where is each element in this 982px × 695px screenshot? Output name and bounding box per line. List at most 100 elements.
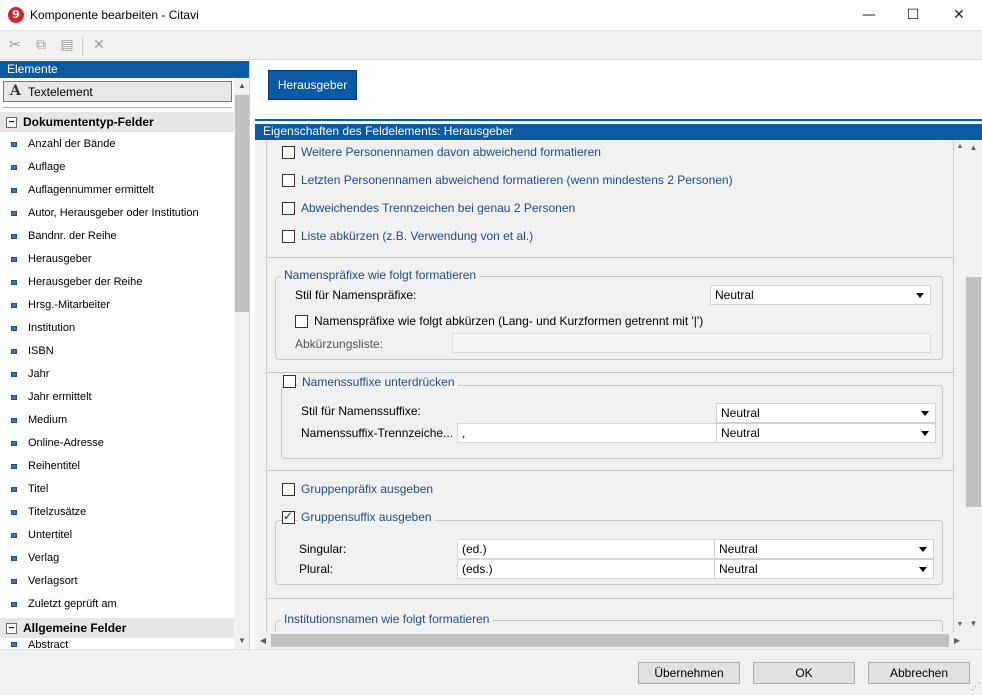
field-item[interactable]: Hrsg.-Mitarbeiter <box>0 294 234 317</box>
field-item[interactable]: Institution <box>0 317 234 340</box>
maximize-button[interactable]: ☐ <box>890 0 936 31</box>
cut-icon[interactable]: ✂ <box>4 35 26 57</box>
field-item[interactable]: Bandnr. der Reihe <box>0 225 234 248</box>
suffix-suppress-checkbox[interactable] <box>283 375 296 388</box>
field-item[interactable]: Titelzusätze <box>0 501 234 524</box>
field-item[interactable]: Zuletzt geprüft am <box>0 593 234 616</box>
abweichendes-trennzeichen-label[interactable]: Abweichendes Trennzeichen bei genau 2 Pe… <box>301 201 575 215</box>
field-item[interactable]: Titel <box>0 478 234 501</box>
collapse-icon[interactable]: − <box>6 117 17 128</box>
field-icon <box>11 326 17 331</box>
text-element-item[interactable]: A Textelement <box>3 81 232 102</box>
field-item[interactable]: Verlagsort <box>0 570 234 593</box>
field-item[interactable]: Jahr ermittelt <box>0 386 234 409</box>
scroll-up-icon[interactable]: ▲ <box>955 140 965 154</box>
suffix-group-legend[interactable]: Namenssuffixe unterdrücken <box>299 375 458 389</box>
prefix-abbrev-checkbox[interactable] <box>295 315 308 328</box>
field-item[interactable]: Herausgeber <box>0 248 234 271</box>
paste-icon[interactable]: ▤ <box>56 35 78 57</box>
liste-abkuerzen-label[interactable]: Liste abkürzen (z.B. Verwendung von et a… <box>301 229 533 243</box>
resize-grip-icon[interactable]: ⋰ <box>971 681 980 692</box>
field-item[interactable]: Jahr <box>0 363 234 386</box>
field-label: Untertitel <box>28 529 73 541</box>
apply-button[interactable]: Übernehmen <box>638 662 740 684</box>
group-suffix-legend[interactable]: Gruppensuffix ausgeben <box>298 510 435 524</box>
ok-button[interactable]: OK <box>753 662 855 684</box>
field-item[interactable]: Auflage <box>0 156 234 179</box>
field-item[interactable]: Online-Adresse <box>0 432 234 455</box>
elements-header: Elemente <box>0 61 249 78</box>
plural-input[interactable]: (eds.) <box>457 559 717 579</box>
copy-icon[interactable]: ⧉ <box>30 35 52 57</box>
letzten-personennamen-label[interactable]: Letzten Personennamen abweichend formati… <box>301 173 733 187</box>
field-item[interactable]: Auflagennummer ermittelt <box>0 179 234 202</box>
field-item[interactable]: Autor, Herausgeber oder Institution <box>0 202 234 225</box>
chevron-down-icon <box>916 293 924 298</box>
field-icon <box>11 510 17 515</box>
field-item[interactable]: ISBN <box>0 340 234 363</box>
suffix-separator-input[interactable]: , <box>457 423 717 443</box>
weitere-personennamen-checkbox[interactable] <box>282 146 295 159</box>
inner-scrollbar[interactable]: ▲ ▼ <box>955 140 965 632</box>
abbrev-list-label: Abkürzungsliste: <box>295 337 384 351</box>
suffix-style-dropdown[interactable]: Neutral <box>716 403 936 423</box>
group-dokumententyp-felder[interactable]: − Dokumententyp-Felder <box>0 112 234 132</box>
close-window-button[interactable]: ✕ <box>936 0 982 31</box>
title-bar: 9 Komponente bearbeiten - Citavi — ☐ ✕ <box>0 0 982 31</box>
abweichendes-trennzeichen-checkbox[interactable] <box>282 202 295 215</box>
liste-abkuerzen-checkbox[interactable] <box>282 230 295 243</box>
prefix-style-dropdown[interactable]: Neutral <box>710 285 931 305</box>
field-label: Verlagsort <box>28 575 78 587</box>
field-item[interactable]: Herausgeber der Reihe <box>0 271 234 294</box>
chevron-down-icon <box>919 547 927 552</box>
scroll-thumb[interactable] <box>966 277 981 507</box>
scroll-left-icon[interactable]: ◀ <box>255 632 271 649</box>
field-label: Medium <box>28 414 68 426</box>
field-label: Abstract <box>28 639 69 649</box>
singular-input[interactable]: (ed.) <box>457 539 717 559</box>
scroll-thumb[interactable] <box>271 634 949 647</box>
scroll-up-icon[interactable]: ▲ <box>965 140 982 156</box>
properties-panel: Weitere Personennamen davon abweichend f… <box>255 140 982 649</box>
collapse-icon[interactable]: − <box>6 623 17 634</box>
field-item[interactable]: Abstract <box>0 638 234 649</box>
chevron-down-icon <box>919 567 927 572</box>
field-item[interactable]: Medium <box>0 409 234 432</box>
scroll-up-icon[interactable]: ▲ <box>234 78 249 94</box>
group-allgemeine-felder[interactable]: − Allgemeine Felder <box>0 618 234 638</box>
institution-group-legend: Institutionsnamen wie folgt formatieren <box>281 612 493 626</box>
horizontal-scrollbar[interactable]: ◀ ▶ <box>255 632 965 649</box>
letzten-personennamen-checkbox[interactable] <box>282 174 295 187</box>
field-label: Institution <box>28 322 76 334</box>
prefix-abbrev-label[interactable]: Namenspräfixe wie folgt abkürzen (Lang- … <box>314 314 703 328</box>
group-prefix-label[interactable]: Gruppenpräfix ausgeben <box>301 482 433 496</box>
scroll-down-icon[interactable]: ▼ <box>234 633 249 649</box>
weitere-personennamen-label[interactable]: Weitere Personennamen davon abweichend f… <box>301 145 601 159</box>
plural-style-dropdown[interactable]: Neutral <box>714 559 934 579</box>
singular-style-dropdown[interactable]: Neutral <box>714 539 934 559</box>
cancel-button[interactable]: Abbrechen <box>868 662 970 684</box>
field-label: Autor, Herausgeber oder Institution <box>28 207 199 219</box>
scroll-thumb[interactable] <box>235 95 249 312</box>
abbrev-list-input[interactable] <box>452 333 931 353</box>
scroll-down-icon[interactable]: ▼ <box>955 618 965 632</box>
chevron-down-icon <box>921 411 929 416</box>
field-item[interactable]: Verlag <box>0 547 234 570</box>
properties-scrollbar[interactable]: ▲ ▼ <box>965 140 982 632</box>
elements-scrollbar[interactable]: ▲ ▼ <box>234 78 249 649</box>
singular-label: Singular: <box>299 542 347 556</box>
delete-icon[interactable]: ✕ <box>88 35 110 57</box>
minimize-button[interactable]: — <box>846 0 892 31</box>
group-suffix-checkbox[interactable] <box>282 509 295 524</box>
elements-divider <box>3 107 232 108</box>
group-prefix-checkbox[interactable] <box>282 483 295 496</box>
field-item[interactable]: Reihentitel <box>0 455 234 478</box>
scroll-down-icon[interactable]: ▼ <box>965 616 982 632</box>
scroll-right-icon[interactable]: ▶ <box>949 632 965 649</box>
field-label: Jahr ermittelt <box>28 391 92 403</box>
field-item[interactable]: Anzahl der Bände <box>0 133 234 156</box>
herausgeber-element-button[interactable]: Herausgeber <box>268 70 357 100</box>
field-item[interactable]: Untertitel <box>0 524 234 547</box>
suffix-separator-style-dropdown[interactable]: Neutral <box>716 423 936 443</box>
plural-label: Plural: <box>299 562 334 576</box>
